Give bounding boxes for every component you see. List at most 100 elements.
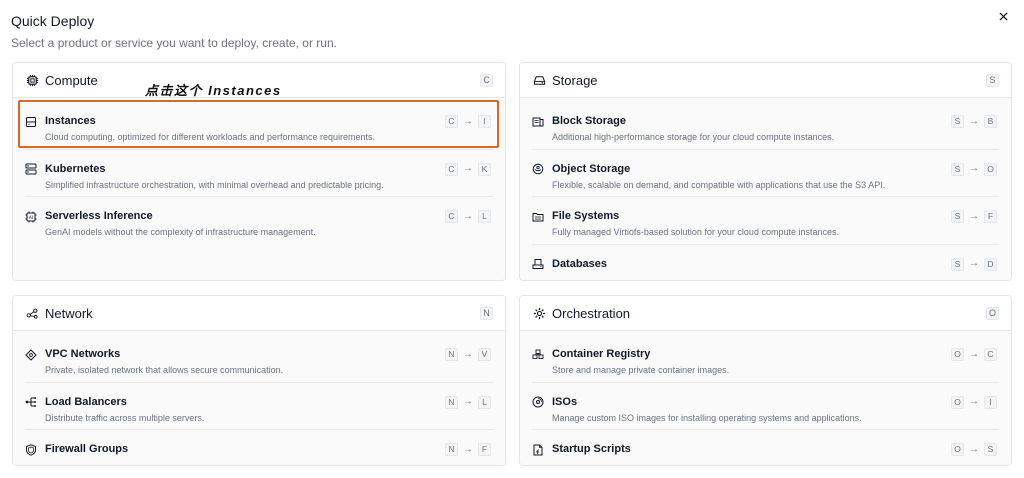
- shortcut-key: S: [951, 257, 964, 271]
- databases-item[interactable]: Databases S → D: [532, 245, 999, 281]
- shortcut-key: L: [478, 395, 491, 409]
- close-icon: [998, 11, 1008, 21]
- annotation-label: 点击这个 Instances: [145, 83, 282, 98]
- server-icon: [25, 116, 37, 128]
- dialog-title: Quick Deploy: [11, 13, 95, 29]
- shortcut-key: O: [951, 348, 964, 361]
- item-title: Firewall Groups: [45, 443, 129, 455]
- shortcut-key: C: [984, 348, 997, 361]
- keyboard-shortcut: S → B: [951, 115, 997, 128]
- shortcut-key: S: [951, 115, 964, 128]
- load-balancers-item[interactable]: Load Balancers Distribute traffic across…: [25, 383, 493, 430]
- serverless-inference-item[interactable]: AI Serverless Inference GenAI models wit…: [25, 197, 493, 245]
- item-title: File Systems: [552, 210, 620, 222]
- shortcut-key: I: [478, 115, 491, 128]
- shortcut-key: O: [984, 162, 997, 176]
- arrow-right-icon: →: [463, 163, 473, 174]
- keyboard-shortcut: C → L: [445, 210, 491, 223]
- chip-icon: AI: [25, 211, 37, 223]
- item-description: Additional high-performance storage for …: [552, 132, 835, 142]
- shortcut-key: C: [445, 162, 458, 176]
- arrow-right-icon: →: [463, 348, 473, 360]
- item-description: Cloud computing, optimized for different…: [45, 132, 376, 142]
- instances-item[interactable]: Instances Cloud computing, optimized for…: [25, 102, 493, 150]
- arrow-right-icon: →: [969, 348, 979, 360]
- vpc-networks-item[interactable]: VPC Networks Private, isolated network t…: [25, 335, 493, 383]
- shield-icon: [25, 443, 37, 456]
- gear-icon: [532, 306, 546, 320]
- shortcut-key: C: [445, 210, 458, 223]
- keyboard-shortcut: C → I: [445, 115, 491, 128]
- block-storage-item[interactable]: Block Storage Additional high-performanc…: [532, 102, 999, 150]
- item-title: Container Registry: [552, 348, 651, 360]
- shortcut-key: B: [984, 115, 997, 128]
- shortcut-key: D: [984, 257, 997, 271]
- disc-icon: [532, 396, 544, 408]
- keyboard-shortcut: O → C: [951, 348, 997, 361]
- keyboard-shortcut: S → D: [951, 257, 997, 271]
- item-title: Load Balancers: [45, 395, 127, 408]
- isos-item[interactable]: ISOs Manage custom ISO images for instal…: [532, 383, 999, 430]
- orchestration-shortcut-key: O: [985, 307, 999, 320]
- arrow-right-icon: →: [463, 210, 473, 222]
- shortcut-key: N: [445, 395, 458, 409]
- storage-shortcut-key: S: [986, 74, 999, 87]
- shortcut-key: F: [478, 443, 491, 456]
- item-title: Databases: [552, 257, 608, 270]
- startup-scripts-item[interactable]: Startup Scripts O → S: [532, 430, 999, 465]
- containers-icon: [532, 349, 544, 361]
- svg-text:AI: AI: [29, 214, 33, 220]
- item-description: Manage custom ISO images for installing …: [552, 412, 862, 423]
- arrow-right-icon: →: [969, 163, 979, 174]
- vpc-icon: [25, 348, 37, 361]
- storage-card-header: Storage S: [520, 63, 1011, 98]
- item-title: Instances: [45, 115, 96, 127]
- firewall-groups-item[interactable]: Firewall Groups N → F: [25, 430, 493, 465]
- file-systems-item[interactable]: File Systems Fully managed Virtiofs-base…: [532, 197, 999, 245]
- orchestration-card: Orchestration O Container Registry Store…: [519, 295, 1012, 466]
- arrow-right-icon: →: [969, 258, 979, 269]
- close-button[interactable]: [995, 8, 1011, 24]
- folder-icon: [532, 211, 544, 223]
- keyboard-shortcut: N → L: [445, 395, 491, 409]
- shortcut-key: I: [984, 395, 997, 409]
- network-icon: [25, 306, 39, 320]
- shortcut-key: S: [951, 210, 964, 223]
- script-file-icon: [532, 444, 544, 456]
- item-description: Distribute traffic across multiple serve…: [45, 412, 205, 423]
- arrow-right-icon: →: [463, 396, 473, 407]
- item-description: GenAI models without the complexity of i…: [45, 227, 316, 237]
- shortcut-key: N: [445, 443, 458, 456]
- object-storage-icon: [532, 163, 544, 175]
- item-description: Store and manage private container image…: [552, 365, 730, 375]
- arrow-right-icon: →: [463, 115, 473, 127]
- shortcut-key: F: [984, 210, 997, 223]
- item-title: Kubernetes: [45, 162, 106, 175]
- kubernetes-item[interactable]: Kubernetes Simplified infrastructure orc…: [25, 150, 493, 197]
- item-title: Block Storage: [552, 115, 626, 127]
- item-description: Private, isolated network that allows se…: [45, 365, 284, 375]
- item-description: Fully managed Virtiofs-based solution fo…: [552, 227, 839, 237]
- item-title: Startup Scripts: [552, 443, 631, 455]
- compute-shortcut-key: C: [480, 74, 493, 87]
- shortcut-key: L: [478, 210, 491, 223]
- arrow-right-icon: →: [969, 443, 979, 455]
- dialog-subtitle: Select a product or service you want to …: [11, 36, 337, 50]
- storage-title: Storage: [552, 72, 598, 88]
- load-balancer-icon: [25, 396, 37, 408]
- compute-title: Compute: [45, 72, 98, 88]
- object-storage-item[interactable]: Object Storage Flexible, scalable on dem…: [532, 150, 999, 197]
- shortcut-key: K: [478, 162, 491, 176]
- arrow-right-icon: →: [463, 443, 473, 455]
- item-title: Serverless Inference: [45, 210, 153, 222]
- item-description: Flexible, scalable on demand, and compat…: [552, 179, 886, 190]
- item-title: Object Storage: [552, 162, 631, 175]
- keyboard-shortcut: N → V: [445, 348, 491, 361]
- item-title: ISOs: [552, 395, 578, 408]
- shortcut-key: N: [445, 348, 458, 361]
- dialog-header: Quick Deploy Select a product or service…: [11, 11, 1011, 51]
- cpu-icon: [25, 73, 39, 87]
- container-registry-item[interactable]: Container Registry Store and manage priv…: [532, 335, 999, 383]
- shortcut-key: V: [478, 348, 491, 361]
- shortcut-key: C: [445, 115, 458, 128]
